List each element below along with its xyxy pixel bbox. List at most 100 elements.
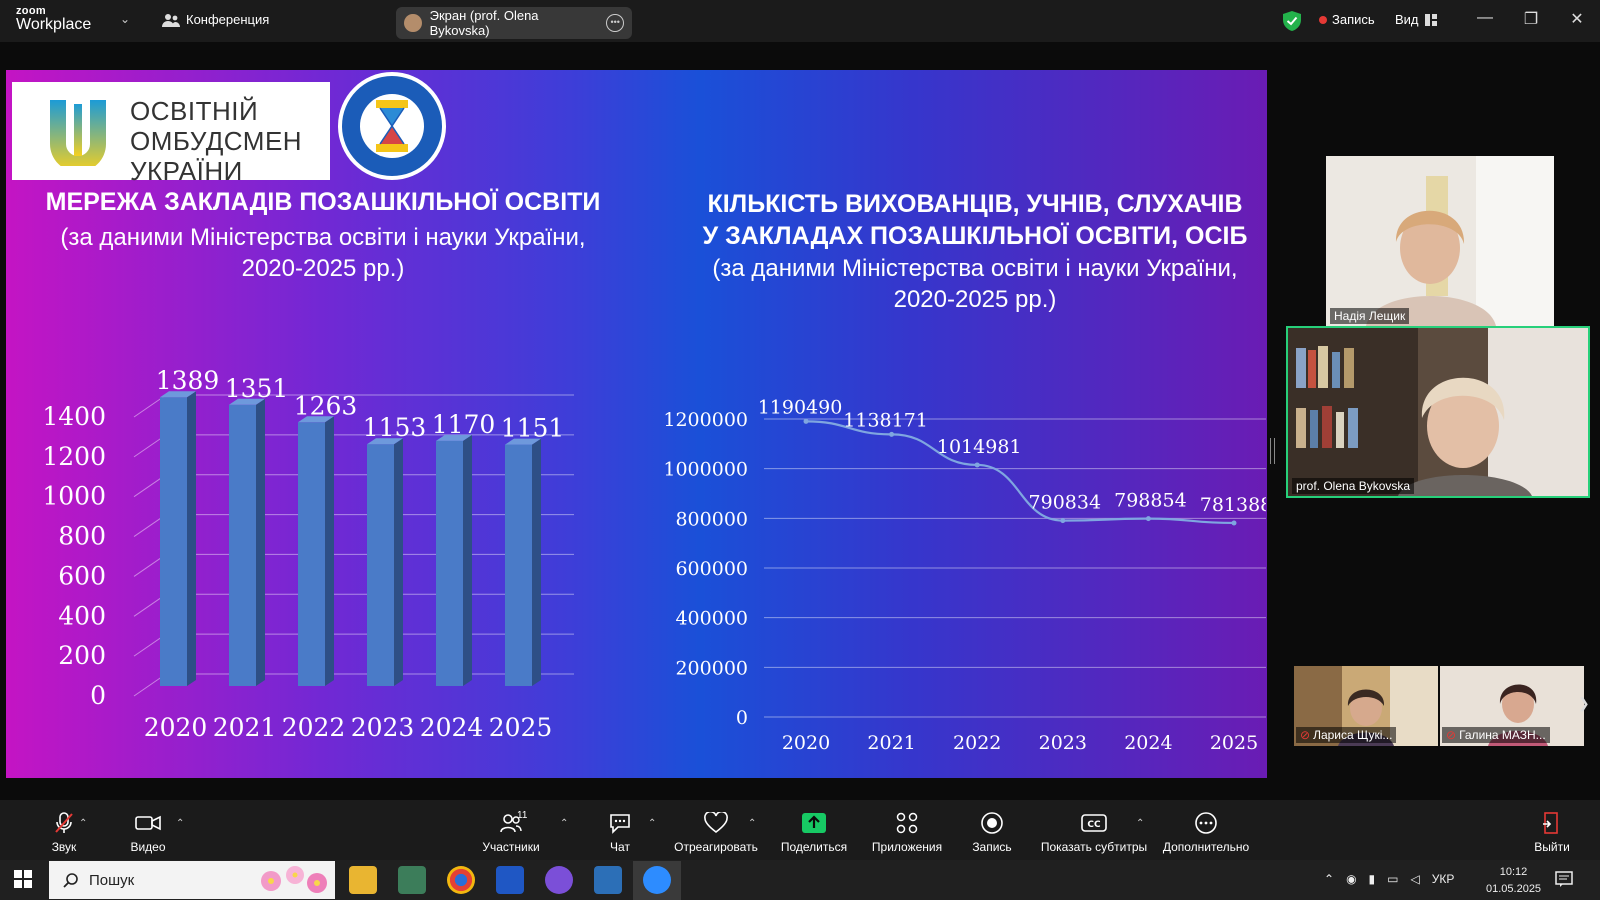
bar xyxy=(160,397,187,686)
tray-volume-icon[interactable]: ◁ xyxy=(1411,872,1420,886)
tray-network-icon[interactable]: ▭ xyxy=(1387,872,1398,886)
ombudsman-mark-icon xyxy=(50,100,106,166)
taskbar-clock[interactable]: 10:12 01.05.2025 xyxy=(1486,864,1541,898)
data-point xyxy=(1145,516,1151,522)
photos-icon[interactable] xyxy=(594,866,622,894)
tray-camera-icon[interactable]: ◉ xyxy=(1346,872,1356,886)
video-options-caret-icon[interactable]: ⌃ xyxy=(176,818,184,829)
audio-options-caret-icon[interactable]: ⌃ xyxy=(79,818,87,829)
apps-button[interactable]: Приложения xyxy=(866,812,948,854)
close-icon[interactable]: ✕ xyxy=(1562,9,1592,29)
right-chart-subtitle: (за даними Міністерства освіти і науки У… xyxy=(680,253,1267,315)
chevron-right-icon[interactable]: ❯ xyxy=(1578,695,1590,712)
recording-indicator[interactable]: Запись xyxy=(1319,12,1375,27)
participant-name-halyna: ⊘ Галина МАЗН... xyxy=(1442,727,1550,743)
bar-data-label: 1153 xyxy=(363,413,427,442)
x-tick-label: 2025 xyxy=(489,713,553,742)
video-label: Видео xyxy=(130,840,166,854)
record-dot-icon xyxy=(1319,15,1327,24)
bar-data-label: 1151 xyxy=(501,414,565,443)
avatar xyxy=(404,14,422,32)
more-options-icon[interactable]: ••• xyxy=(606,14,624,32)
windows-start-icon[interactable] xyxy=(14,870,32,888)
ombud-line-1: ОСВІТНІЙ xyxy=(130,96,259,126)
y-tick-label: 1400 xyxy=(42,402,106,431)
minimize-icon[interactable]: — xyxy=(1470,9,1500,27)
y-tick-label: 200 xyxy=(58,641,106,670)
viber-icon[interactable] xyxy=(545,866,573,894)
search-icon xyxy=(63,873,78,888)
bar-side xyxy=(256,398,265,686)
x-tick-label: 2021 xyxy=(213,713,277,742)
leave-button[interactable]: Выйти xyxy=(1528,812,1576,854)
chat-button[interactable]: Чат xyxy=(596,812,644,854)
maximize-icon[interactable]: ❐ xyxy=(1516,9,1546,29)
x-tick-label: 2024 xyxy=(1124,732,1172,754)
shield-check-icon[interactable] xyxy=(1283,11,1301,31)
point-data-label: 790834 xyxy=(1029,492,1102,514)
search-placeholder: Пошук xyxy=(89,871,135,889)
mic-muted-icon: ⊘ xyxy=(1446,728,1457,742)
react-options-caret-icon[interactable]: ⌃ xyxy=(748,818,756,829)
tray-mic-icon[interactable]: ▮ xyxy=(1369,872,1376,886)
participants-button[interactable]: 11 Участники xyxy=(476,810,546,854)
camera-icon xyxy=(135,815,161,831)
conference-button[interactable]: Конференция xyxy=(162,12,269,27)
mic-muted-icon: ⊘ xyxy=(1300,728,1311,742)
apps-label: Приложения xyxy=(871,840,943,854)
video-tile-larysa[interactable]: ⊘ Лариса Щукі... xyxy=(1294,666,1438,746)
left-chart-subtitle: (за даними Міністерства освіти і науки У… xyxy=(20,222,626,284)
logo-line2: Workplace xyxy=(16,16,92,33)
left-subtitle-line-1: (за даними Міністерства освіти і науки У… xyxy=(60,224,586,251)
x-tick-label: 2021 xyxy=(867,732,915,754)
y-tick-label: 1200000 xyxy=(663,409,748,431)
participants-options-caret-icon[interactable]: ⌃ xyxy=(560,818,568,829)
chevron-down-icon[interactable]: ⌄ xyxy=(120,12,130,26)
screen-share-pill[interactable]: Экран (prof. Olena Bykovska) ••• xyxy=(396,7,632,39)
tray-chevron-up-icon[interactable]: ⌃ xyxy=(1324,872,1334,886)
data-point xyxy=(1060,518,1066,524)
left-chart-title: МЕРЕЖА ЗАКЛАДІВ ПОЗАШКІЛЬНОЇ ОСВІТИ xyxy=(45,188,601,216)
right-subtitle-line-2: 2020-2025 рр.) xyxy=(893,286,1057,313)
video-tile-nadiia[interactable]: Надія Лещик xyxy=(1326,156,1554,326)
captions-button[interactable]: CC Показать субтитры xyxy=(1036,812,1152,854)
right-title-line-1: КІЛЬКІСТЬ ВИХОВАНЦІВ, УЧНІВ, СЛУХАЧІВ xyxy=(707,190,1243,218)
file-explorer-icon[interactable] xyxy=(349,866,377,894)
audio-label: Звук xyxy=(51,840,77,854)
video-button[interactable]: Видео xyxy=(120,812,176,854)
ombud-line-2: ОМБУДСМЕН xyxy=(130,126,303,156)
conference-label: Конференция xyxy=(186,12,270,27)
ombudsman-text: ОСВІТНІЙ ОМБУДСМЕН УКРАЇНИ xyxy=(130,96,302,186)
record-button[interactable]: Запись xyxy=(962,812,1022,854)
y-tick-label: 400 xyxy=(58,601,106,630)
more-button[interactable]: Дополнительно xyxy=(1158,812,1254,854)
tray-language[interactable]: УКР xyxy=(1432,872,1455,886)
chat-options-caret-icon[interactable]: ⌃ xyxy=(648,818,656,829)
closed-captions-icon: CC xyxy=(1081,814,1107,832)
share-button[interactable]: Поделиться xyxy=(776,812,852,854)
heart-icon xyxy=(704,812,728,834)
more-label: Дополнительно xyxy=(1162,840,1250,854)
view-button[interactable]: Вид xyxy=(1395,12,1437,27)
data-point xyxy=(1231,520,1237,526)
participants-count: 11 xyxy=(517,810,528,821)
chrome-icon[interactable] xyxy=(447,866,475,894)
zoom-app-icon[interactable] xyxy=(643,866,671,894)
video-tile-olena[interactable]: prof. Olena Bykovska xyxy=(1286,326,1590,498)
svg-text:CC: CC xyxy=(1087,820,1101,830)
notifications-icon[interactable] xyxy=(1555,870,1573,888)
panel-resize-handle[interactable] xyxy=(1270,438,1275,464)
video-tile-halyna[interactable]: ⊘ Галина МАЗН... xyxy=(1440,666,1584,746)
left-subtitle-line-2: 2020-2025 рр.) xyxy=(241,255,405,282)
point-data-label: 1190490 xyxy=(758,396,843,418)
word-icon[interactable] xyxy=(496,866,524,894)
react-label: Отреагировать xyxy=(674,840,758,854)
bar-side xyxy=(325,416,334,686)
taskbar-search[interactable]: Пошук xyxy=(49,861,335,899)
bar xyxy=(436,440,463,686)
share-label: Поделиться xyxy=(780,840,848,854)
calculator-icon[interactable] xyxy=(398,866,426,894)
captions-options-caret-icon[interactable]: ⌃ xyxy=(1136,818,1144,829)
y-tick-label: 800 xyxy=(58,522,106,551)
y-tick-label: 600000 xyxy=(675,558,748,580)
